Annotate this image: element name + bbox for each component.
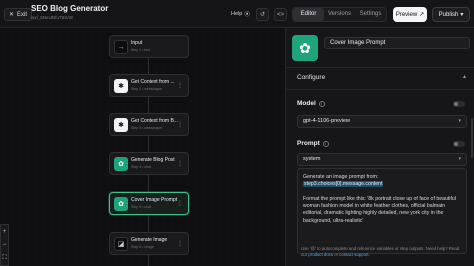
- chevron-down-icon: ▾: [458, 156, 461, 162]
- prompt-variable-chip[interactable]: step3.choices[0].message.content: [303, 181, 384, 188]
- node-subtitle: Step 5 • chat: [131, 205, 151, 209]
- more-options-icon[interactable]: ⋮: [177, 240, 183, 247]
- close-icon: ✕: [9, 12, 15, 18]
- history-button[interactable]: ↺: [256, 8, 269, 21]
- node-title: Generate Blog Post: [131, 157, 175, 163]
- app-id: wxf_5NmJDfuT6XAE: [31, 15, 74, 20]
- help-label: Help: [231, 11, 243, 17]
- info-icon[interactable]: i: [318, 100, 325, 107]
- workflow-node-blog-post[interactable]: ✿ Generate Blog Post Step 4 • chat ⋮: [109, 152, 189, 175]
- model-label-text: Model: [297, 100, 316, 107]
- input-arrow-icon: →: [114, 40, 128, 54]
- help-note: Use '@' to autocomplete and reference va…: [301, 246, 466, 257]
- info-icon[interactable]: i: [322, 140, 329, 147]
- prompt-line: Generate an image prompt from:: [303, 174, 379, 180]
- node-name-input[interactable]: Cover Image Prompt: [324, 37, 470, 49]
- prompt-label-text: Prompt: [297, 140, 320, 147]
- tab-editor[interactable]: Editor: [293, 8, 324, 21]
- node-subtitle: Step 6 • image: [131, 245, 154, 249]
- zoom-out-icon[interactable]: −: [3, 242, 7, 248]
- prompt-textarea[interactable]: Generate an image prompt from: step3.cho…: [297, 168, 467, 254]
- zoom-controls: + − ⛶: [0, 224, 9, 266]
- node-subtitle: Step 1 • text: [131, 48, 150, 52]
- view-switcher: Editor Versions Settings: [292, 7, 387, 22]
- zoom-in-icon[interactable]: +: [3, 229, 7, 235]
- prompt-intro: Generate an image prompt from: step3.cho…: [303, 174, 461, 188]
- model-select[interactable]: gpt-4-1106-preview ▾: [297, 115, 467, 128]
- prompt-toggle[interactable]: [453, 141, 465, 147]
- workflow-node-input[interactable]: → Input Step 1 • text: [109, 35, 189, 58]
- openai-icon: ✿: [114, 197, 128, 211]
- config-panel: ✿ Cover Image Prompt Configure ▴ Model i…: [285, 28, 474, 266]
- openai-icon: ✿: [114, 157, 128, 171]
- workflow-node-context-1[interactable]: ✱ Get Context from ... Step 2 • webscrap…: [109, 74, 189, 97]
- chevron-up-icon[interactable]: ▴: [463, 73, 466, 80]
- publish-button[interactable]: Publish ▾: [432, 7, 470, 22]
- code-icon: <>: [276, 11, 284, 18]
- more-options-icon[interactable]: ⋮: [177, 200, 183, 207]
- node-subtitle: Step 4 • chat: [131, 165, 151, 169]
- help-button[interactable]: Help ⦿: [231, 10, 250, 18]
- more-options-icon[interactable]: ⋮: [177, 121, 183, 128]
- help-icon: ⦿: [244, 12, 250, 18]
- role-value: system: [303, 156, 321, 162]
- divider: [286, 89, 474, 90]
- workflow-canvas[interactable]: → Input Step 1 • text ✱ Get Context from…: [0, 28, 285, 266]
- openai-icon: ✿: [292, 35, 318, 61]
- app-title: SEO Blog Generator: [31, 4, 109, 13]
- workflow-node-context-2[interactable]: ✱ Get Context from B... Step 3 • webscra…: [109, 113, 189, 136]
- node-title: Get Context from ...: [131, 79, 175, 85]
- image-gen-icon: ◪: [114, 237, 128, 251]
- node-title: Generate Image: [131, 237, 168, 243]
- node-title: Input: [131, 40, 143, 46]
- model-value: gpt-4-1106-preview: [303, 118, 350, 124]
- product-docs-link[interactable]: product docs: [308, 252, 333, 257]
- divider: [286, 67, 474, 68]
- preview-button[interactable]: Preview ↗: [393, 7, 427, 22]
- prompt-label: Prompt i: [297, 140, 329, 147]
- webscraper-icon: ✱: [114, 118, 128, 132]
- model-toggle[interactable]: [453, 101, 465, 107]
- fit-view-icon[interactable]: ⛶: [2, 255, 6, 262]
- node-title: Cover Image Prompt: [131, 197, 178, 203]
- prompt-body: Format the prompt like this: '8k portrai…: [303, 196, 456, 224]
- preview-label: Preview: [395, 11, 418, 18]
- workflow-node-cover-image-prompt[interactable]: ✿ Cover Image Prompt Step 5 • chat ⋮: [109, 192, 189, 215]
- external-link-icon: ↗: [419, 12, 425, 18]
- webscraper-icon: ✱: [114, 79, 128, 93]
- tab-versions[interactable]: Versions: [324, 8, 355, 21]
- panel-scrollbar[interactable]: [471, 118, 473, 158]
- publish-label: Publish: [438, 11, 459, 18]
- tab-settings[interactable]: Settings: [355, 8, 386, 21]
- help-text: .: [368, 251, 370, 257]
- code-button[interactable]: <>: [274, 8, 287, 21]
- more-options-icon[interactable]: ⋮: [177, 82, 183, 89]
- chevron-down-icon: ▾: [458, 118, 461, 124]
- history-icon: ↺: [259, 12, 266, 18]
- role-select[interactable]: system ▾: [297, 153, 467, 166]
- node-subtitle: Step 3 • webscraper: [131, 126, 163, 130]
- top-bar: ✕ Exit SEO Blog Generator wxf_5NmJDfuT6X…: [0, 0, 474, 28]
- exit-button[interactable]: ✕ Exit: [4, 8, 33, 21]
- workflow-node-generate-image[interactable]: ◪ Generate Image Step 6 • image ⋮: [109, 232, 189, 255]
- chevron-down-icon: ▾: [460, 12, 464, 18]
- section-title[interactable]: Configure: [297, 74, 325, 81]
- more-options-icon[interactable]: ⋮: [177, 160, 183, 167]
- node-subtitle: Step 2 • webscraper: [131, 87, 163, 91]
- exit-label: Exit: [17, 11, 28, 18]
- model-label: Model i: [297, 100, 325, 107]
- node-title: Get Context from B...: [131, 118, 178, 124]
- contact-support-link[interactable]: contact support: [339, 252, 368, 257]
